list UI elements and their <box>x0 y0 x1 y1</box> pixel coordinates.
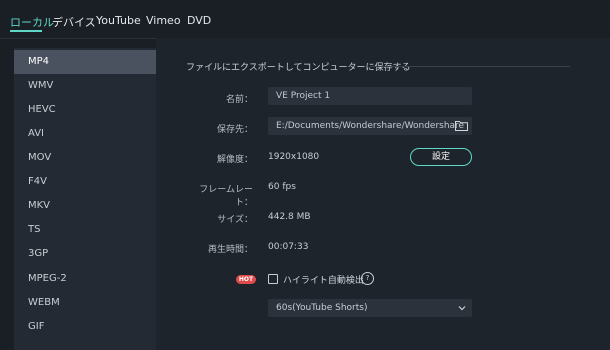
format-label: MOV <box>28 152 52 163</box>
format-item-mov[interactable]: MOV <box>14 146 156 170</box>
format-list: MP4 WMV HEVC AVI MOV F4V MKV TS 3GP MPEG… <box>14 48 156 350</box>
highlight-duration-value: 60s(YouTube Shorts) <box>276 303 368 313</box>
tab-local[interactable]: ローカル <box>10 14 54 30</box>
format-label: TS <box>28 224 41 235</box>
format-item-avi[interactable]: AVI <box>14 122 156 146</box>
format-label: AVI <box>28 128 44 139</box>
size-label: サイズ： <box>217 215 253 225</box>
active-tab-indicator <box>10 30 42 32</box>
format-item-hevc[interactable]: HEVC <box>14 98 156 122</box>
format-label: HEVC <box>28 104 56 115</box>
settings-button[interactable]: 設定 <box>410 148 472 166</box>
format-item-mkv[interactable]: MKV <box>14 194 156 218</box>
highlight-label[interactable]: ハイライト自動検出 <box>283 273 364 286</box>
frame-rate-value: 60 fps <box>268 182 296 192</box>
tab-device[interactable]: デバイス <box>52 14 96 30</box>
resolution-value: 1920x1080 <box>268 152 320 162</box>
duration-label: 再生時間： <box>207 245 253 255</box>
format-label: 3GP <box>28 248 49 259</box>
format-label: MPEG-2 <box>28 273 67 284</box>
frame-rate-label: フレームレート： <box>199 185 253 208</box>
duration-value: 00:07:33 <box>268 242 309 252</box>
export-tab-bar: ローカル デバイス YouTube Vimeo DVD <box>0 0 610 39</box>
name-label: 名前： <box>225 95 253 105</box>
tab-dvd[interactable]: DVD <box>187 14 211 27</box>
format-label: WMV <box>28 80 54 91</box>
name-value: VE Project 1 <box>276 91 331 101</box>
chevron-down-icon <box>458 306 466 311</box>
format-item-mpeg2[interactable]: MPEG-2 <box>14 267 156 291</box>
format-item-webm[interactable]: WEBM <box>14 291 156 315</box>
hot-badge: HOT <box>236 275 256 284</box>
format-item-f4v[interactable]: F4V <box>14 170 156 194</box>
folder-icon[interactable] <box>455 120 468 131</box>
format-label: MKV <box>28 200 51 211</box>
tab-vimeo[interactable]: Vimeo <box>146 14 181 27</box>
highlight-checkbox[interactable] <box>268 274 278 284</box>
format-item-wmv[interactable]: WMV <box>14 74 156 98</box>
save-path-value: E:/Documents/Wondershare/Wondershare <box>276 121 465 131</box>
save-to-label: 保存先： <box>216 125 253 135</box>
format-item-gif[interactable]: GIF <box>14 315 156 339</box>
format-label: F4V <box>28 176 47 187</box>
save-path-field[interactable]: E:/Documents/Wondershare/Wondershare <box>268 117 472 135</box>
highlight-duration-select[interactable]: 60s(YouTube Shorts) <box>268 299 472 317</box>
name-field[interactable]: VE Project 1 <box>268 87 472 105</box>
section-divider <box>370 66 570 67</box>
format-item-3gp[interactable]: 3GP <box>14 242 156 266</box>
format-label: MP4 <box>28 56 50 67</box>
tab-youtube[interactable]: YouTube <box>96 14 141 27</box>
format-item-mp4[interactable]: MP4 <box>14 50 156 74</box>
resolution-label: 解像度： <box>216 155 253 165</box>
size-value: 442.8 MB <box>268 212 311 222</box>
format-item-ts[interactable]: TS <box>14 218 156 242</box>
help-icon[interactable]: ? <box>361 272 374 285</box>
format-label: GIF <box>28 321 45 332</box>
format-label: WEBM <box>28 297 60 308</box>
